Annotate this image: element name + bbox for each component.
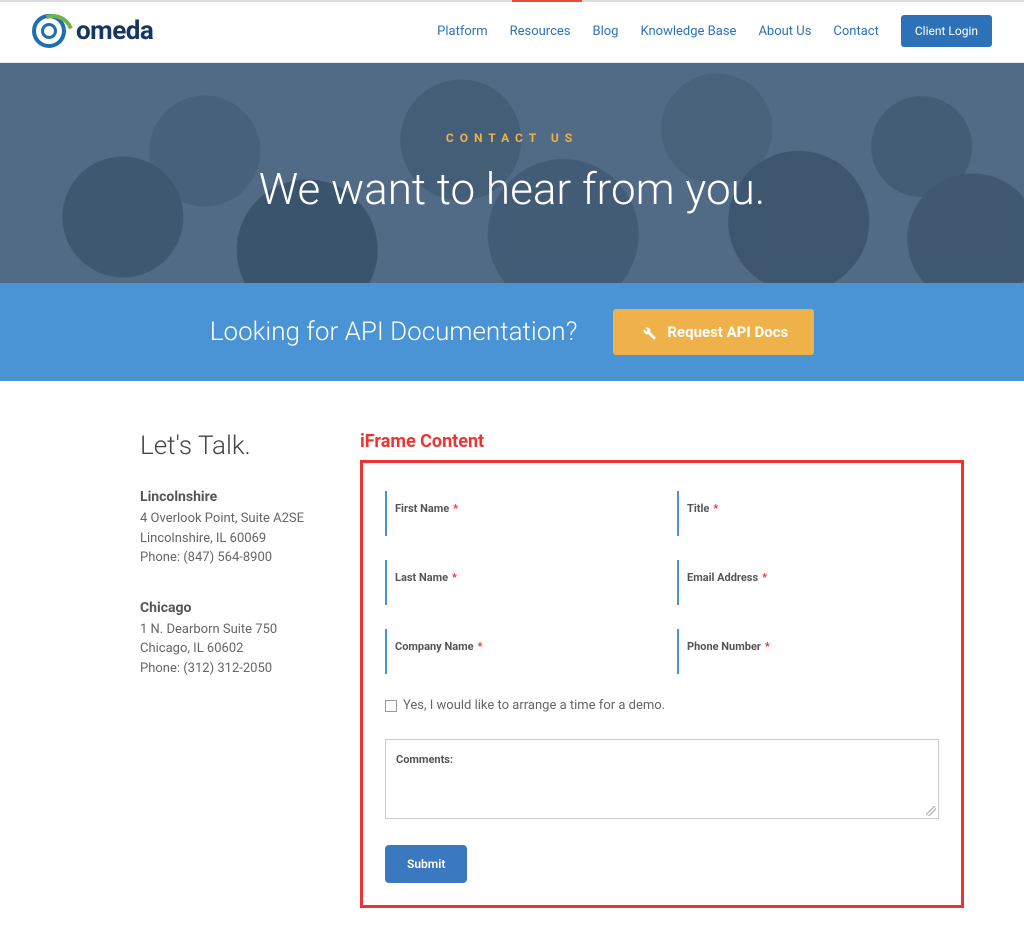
iframe-container: iFrame Content First Name * Title * Last… xyxy=(360,431,964,908)
email-label: Email Address xyxy=(687,571,758,584)
contact-sidebar: Let's Talk. Lincolnshire 4 Overlook Poin… xyxy=(140,431,320,908)
request-api-docs-button[interactable]: Request API Docs xyxy=(613,309,814,355)
nav-knowledge-base[interactable]: Knowledge Base xyxy=(640,24,736,39)
first-name-field[interactable]: First Name * xyxy=(385,491,647,536)
demo-checkbox-label: Yes, I would like to arrange a time for … xyxy=(403,698,665,713)
first-name-label: First Name xyxy=(395,502,449,515)
client-login-button[interactable]: Client Login xyxy=(901,15,992,47)
office-address-2: Chicago, IL 60602 xyxy=(140,639,320,659)
title-field[interactable]: Title * xyxy=(677,491,939,536)
nav-contact[interactable]: Contact xyxy=(833,24,878,39)
submit-button[interactable]: Submit xyxy=(385,845,467,883)
logo[interactable]: omeda xyxy=(32,14,153,48)
office-phone: Phone: (847) 564-8900 xyxy=(140,548,320,568)
main-content: Let's Talk. Lincolnshire 4 Overlook Poin… xyxy=(0,381,1024,928)
api-docs-banner: Looking for API Documentation? Request A… xyxy=(0,283,1024,381)
office-lincolnshire: Lincolnshire 4 Overlook Point, Suite A2S… xyxy=(140,489,320,568)
office-address-1: 1 N. Dearborn Suite 750 xyxy=(140,620,320,640)
api-cta-label: Request API Docs xyxy=(667,323,788,341)
api-banner-text: Looking for API Documentation? xyxy=(210,317,578,347)
demo-checkbox-row: Yes, I would like to arrange a time for … xyxy=(385,698,939,713)
logo-text: omeda xyxy=(76,16,153,46)
email-field[interactable]: Email Address * xyxy=(677,560,939,605)
company-field[interactable]: Company Name * xyxy=(385,629,647,674)
last-name-label: Last Name xyxy=(395,571,448,584)
hero-title: We want to hear from you. xyxy=(259,163,766,215)
header: omeda Platform Resources Blog Knowledge … xyxy=(0,2,1024,63)
office-address-1: 4 Overlook Point, Suite A2SE xyxy=(140,509,320,529)
required-mark: * xyxy=(713,502,718,515)
phone-label: Phone Number xyxy=(687,640,761,653)
phone-field[interactable]: Phone Number * xyxy=(677,629,939,674)
required-mark: * xyxy=(453,502,458,515)
hero-eyebrow: CONTACT US xyxy=(446,131,578,145)
comments-label: Comments: xyxy=(396,753,453,766)
contact-form-frame: First Name * Title * Last Name * Email A… xyxy=(360,460,964,908)
required-mark: * xyxy=(765,640,770,653)
title-label: Title xyxy=(687,502,709,515)
top-accent-line xyxy=(0,0,1024,2)
nav-blog[interactable]: Blog xyxy=(593,24,619,39)
wrench-icon xyxy=(639,323,657,341)
required-mark: * xyxy=(478,640,483,653)
required-mark: * xyxy=(452,571,457,584)
office-name: Chicago xyxy=(140,600,320,616)
main-nav: Platform Resources Blog Knowledge Base A… xyxy=(437,15,992,47)
iframe-label: iFrame Content xyxy=(360,431,964,452)
demo-checkbox[interactable] xyxy=(385,700,397,712)
office-chicago: Chicago 1 N. Dearborn Suite 750 Chicago,… xyxy=(140,600,320,679)
required-mark: * xyxy=(762,571,767,584)
logo-mark-icon xyxy=(32,14,66,48)
nav-resources[interactable]: Resources xyxy=(510,24,571,39)
nav-platform[interactable]: Platform xyxy=(437,24,487,39)
sidebar-heading: Let's Talk. xyxy=(140,431,320,461)
nav-about-us[interactable]: About Us xyxy=(758,24,811,39)
office-address-2: Lincolnshire, IL 60069 xyxy=(140,529,320,549)
office-phone: Phone: (312) 312-2050 xyxy=(140,659,320,679)
hero: CONTACT US We want to hear from you. xyxy=(0,63,1024,283)
company-label: Company Name xyxy=(395,640,474,653)
last-name-field[interactable]: Last Name * xyxy=(385,560,647,605)
resize-handle-icon[interactable] xyxy=(926,806,936,816)
comments-textarea[interactable]: Comments: xyxy=(385,739,939,819)
office-name: Lincolnshire xyxy=(140,489,320,505)
